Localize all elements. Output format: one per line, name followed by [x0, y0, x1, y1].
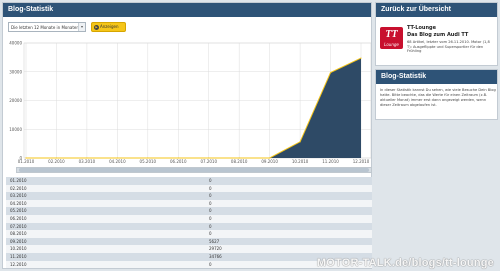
blog-description: 68 Artikel, letzter vom 26.11.2010. Moto… [407, 40, 490, 54]
row-month: 03.2010 [10, 193, 27, 199]
data-point [299, 141, 301, 143]
visits-chart: 01000020000300004000001.2010 02.2010 03.20… [9, 41, 371, 164]
show-button[interactable]: ▶ Anzeigen [91, 22, 126, 32]
row-value: 0 [209, 261, 212, 267]
statistic-info-panel: Blog-Statistik In dieser Statistik kanns… [375, 69, 498, 120]
table-row: 07.2010 0 [6, 222, 372, 231]
row-month: 01.2010 [10, 178, 27, 183]
row-month: 09.2010 [10, 238, 27, 244]
table-row: 08.2010 0 [6, 230, 372, 238]
data-point [360, 57, 362, 59]
table-row: 10.2010 29720 [6, 245, 372, 253]
data-point [238, 157, 240, 159]
y-tick-label: 40000 [9, 41, 22, 46]
table-row: 04.2010 0 [6, 199, 372, 208]
row-value: 0 [209, 178, 212, 183]
blog-statistic-panel: Blog-Statistik Die letzten 12 Monate in … [2, 2, 372, 269]
y-tick-label: 20000 [9, 98, 22, 103]
x-tick-label: 06.2010 [170, 159, 187, 164]
back-panel: Zurück zur Übersicht TT Lounge TT-Lounge… [375, 2, 498, 66]
row-value: 0 [209, 215, 212, 221]
period-select[interactable]: Die letzten 12 Monate in Monaten ▾ [8, 22, 86, 32]
data-point [55, 157, 58, 159]
show-button-label: Anzeigen [100, 24, 119, 29]
back-to-overview-link[interactable]: Zurück zur Übersicht [376, 3, 497, 17]
x-tick-label: 07.2010 [200, 159, 217, 164]
blog-subtitle: Das Blog zum Audi TT [407, 32, 469, 38]
table-row: 02.2010 0 [6, 184, 372, 193]
row-month: 02.2010 [10, 185, 27, 191]
x-tick-label: 04.2010 [109, 159, 126, 164]
table-row: 01.2010 0 [6, 177, 372, 185]
x-tick-label: 01.2010 [18, 159, 35, 164]
row-value: 29720 [209, 246, 222, 252]
row-month: 10.2010 [10, 246, 27, 252]
logo-mark: TT [385, 29, 398, 40]
data-point [269, 157, 271, 159]
row-month: 06.2010 [10, 215, 27, 221]
x-tick-label: 05.2010 [140, 159, 157, 164]
statistic-info-title: Blog-Statistik [376, 70, 497, 84]
chevron-down-icon[interactable]: ▾ [78, 23, 85, 31]
statistic-info-text: In dieser Statistik kannst Du sehen, wie… [380, 88, 496, 107]
x-tick-label: 02.2010 [48, 159, 65, 164]
row-month: 05.2010 [10, 208, 27, 214]
period-select-value: Die letzten 12 Monate in Monaten [11, 25, 79, 30]
horizontal-scrollbar[interactable] [16, 167, 372, 173]
table-row: 05.2010 0 [6, 207, 372, 215]
y-tick-label: 10000 [9, 127, 22, 132]
table-row: 03.2010 0 [6, 192, 372, 200]
data-point [329, 71, 332, 74]
x-tick-label: 09.2010 [261, 159, 278, 164]
row-month: 08.2010 [10, 231, 27, 237]
watermark: MOTOR-TALK.de/blogs/tt-lounge [316, 257, 494, 269]
x-tick-label: 11.2010 [322, 159, 339, 164]
row-month: 11.2010 [10, 253, 27, 259]
data-point [86, 157, 88, 159]
scrollbar-thumb[interactable] [19, 168, 369, 172]
y-tick-label: 30000 [9, 69, 22, 74]
data-table: 01.2010 0 02.2010 0 03.2010 0 04.2010 0 05.2010 0… [6, 177, 372, 269]
x-tick-label: 03.2010 [79, 159, 96, 164]
table-row: 06.2010 0 [6, 214, 372, 223]
panel-title: Blog-Statistik [3, 3, 371, 17]
row-value: 5627 [209, 238, 220, 244]
data-point [25, 157, 27, 159]
x-tick-label: 12.2010 [353, 159, 370, 164]
row-value: 0 [209, 185, 212, 191]
row-value: 0 [209, 200, 212, 206]
row-value: 34766 [209, 253, 222, 259]
blog-name[interactable]: TT-Lounge [407, 25, 436, 31]
x-tick-label: 08.2010 [231, 159, 248, 164]
data-point [208, 157, 210, 159]
tt-lounge-logo[interactable]: TT Lounge [380, 27, 403, 49]
play-icon: ▶ [94, 24, 99, 30]
x-tick-label: 10.2010 [292, 159, 309, 164]
row-value: 0 [209, 223, 212, 229]
data-point [177, 157, 179, 159]
data-point [147, 157, 149, 159]
table-row: 09.2010 5627 [6, 237, 372, 246]
data-point [116, 157, 118, 159]
row-month: 12.2010 [10, 261, 27, 267]
row-month: 07.2010 [10, 223, 27, 229]
row-value: 0 [209, 193, 212, 199]
logo-text: Lounge [384, 42, 399, 47]
row-month: 04.2010 [10, 200, 27, 206]
row-value: 0 [209, 231, 212, 237]
row-value: 0 [209, 208, 212, 214]
